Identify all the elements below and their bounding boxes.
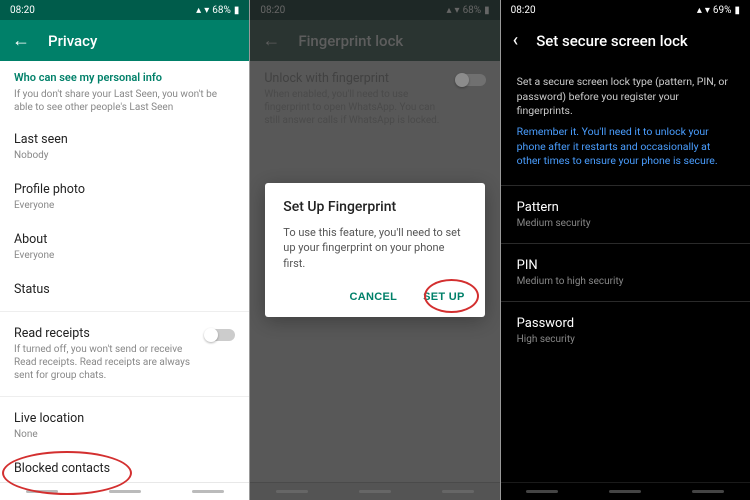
setup-fingerprint-dialog: Set Up Fingerprint To use this feature, … <box>265 183 484 317</box>
wifi-icon: ▾ <box>705 5 710 16</box>
item-status[interactable]: Status <box>0 272 249 307</box>
phone-screen-privacy: 08:20 ▴ ▾ 68% ▮ ← Privacy Who can see my… <box>0 0 249 500</box>
nav-recent[interactable] <box>26 490 58 493</box>
nav-recent[interactable] <box>526 490 558 493</box>
phone-screen-secure-lock: 08:20 ▴ ▾ 69% ▮ ‹ Set secure screen lock… <box>501 0 750 500</box>
status-time: 08:20 <box>511 5 536 16</box>
option-password[interactable]: Password High security <box>501 301 750 359</box>
cancel-button[interactable]: CANCEL <box>348 287 400 307</box>
battery-icon: ▮ <box>734 5 740 16</box>
item-live-location[interactable]: Live location None <box>0 401 249 451</box>
secure-lock-content: Set a secure screen lock type (pattern, … <box>501 61 750 482</box>
signal-icon: ▴ <box>697 5 702 16</box>
battery-label: 69% <box>713 5 732 16</box>
remember-link[interactable]: Remember it. You'll need it to unlock yo… <box>501 125 750 185</box>
status-time: 08:20 <box>10 5 35 16</box>
item-profile-photo[interactable]: Profile photo Everyone <box>0 172 249 222</box>
divider <box>0 311 249 312</box>
description: Set a secure screen lock type (pattern, … <box>501 61 750 125</box>
option-pin[interactable]: PIN Medium to high security <box>501 243 750 301</box>
setup-button[interactable]: SET UP <box>421 287 467 307</box>
page-title: Set secure screen lock <box>536 32 688 50</box>
dialog-title: Set Up Fingerprint <box>283 199 466 215</box>
option-pattern[interactable]: Pattern Medium security <box>501 185 750 243</box>
item-read-receipts[interactable]: Read receipts If turned off, you won't s… <box>0 316 249 392</box>
item-about[interactable]: About Everyone <box>0 222 249 272</box>
app-bar: ‹ Set secure screen lock <box>501 20 750 61</box>
android-nav-bar <box>0 482 249 500</box>
wifi-icon: ▾ <box>204 5 209 16</box>
nav-home[interactable] <box>109 490 141 493</box>
nav-back[interactable] <box>692 490 724 493</box>
back-arrow-icon[interactable]: ‹ <box>513 30 519 51</box>
item-last-seen[interactable]: Last seen Nobody <box>0 122 249 172</box>
android-nav-bar <box>501 482 750 500</box>
section-sub: If you don't share your Last Seen, you w… <box>0 88 249 122</box>
status-bar: 08:20 ▴ ▾ 68% ▮ <box>0 0 249 20</box>
back-arrow-icon[interactable]: ← <box>12 30 30 51</box>
app-bar: ← Privacy <box>0 20 249 61</box>
page-title: Privacy <box>48 32 97 50</box>
read-receipts-toggle[interactable] <box>205 329 235 341</box>
section-header: Who can see my personal info <box>0 61 249 88</box>
battery-label: 68% <box>212 5 231 16</box>
nav-back[interactable] <box>192 490 224 493</box>
nav-home[interactable] <box>609 490 641 493</box>
modal-overlay: Set Up Fingerprint To use this feature, … <box>250 0 499 500</box>
privacy-content: Who can see my personal info If you don'… <box>0 61 249 482</box>
dialog-body: To use this feature, you'll need to set … <box>283 225 466 271</box>
divider <box>0 396 249 397</box>
item-blocked-contacts[interactable]: Blocked contacts <box>0 451 249 482</box>
battery-icon: ▮ <box>234 5 240 16</box>
signal-icon: ▴ <box>196 5 201 16</box>
status-bar: 08:20 ▴ ▾ 69% ▮ <box>501 0 750 20</box>
phone-screen-fingerprint: 08:20 ▴ ▾ 68% ▮ ← Fingerprint lock Unloc… <box>250 0 499 500</box>
